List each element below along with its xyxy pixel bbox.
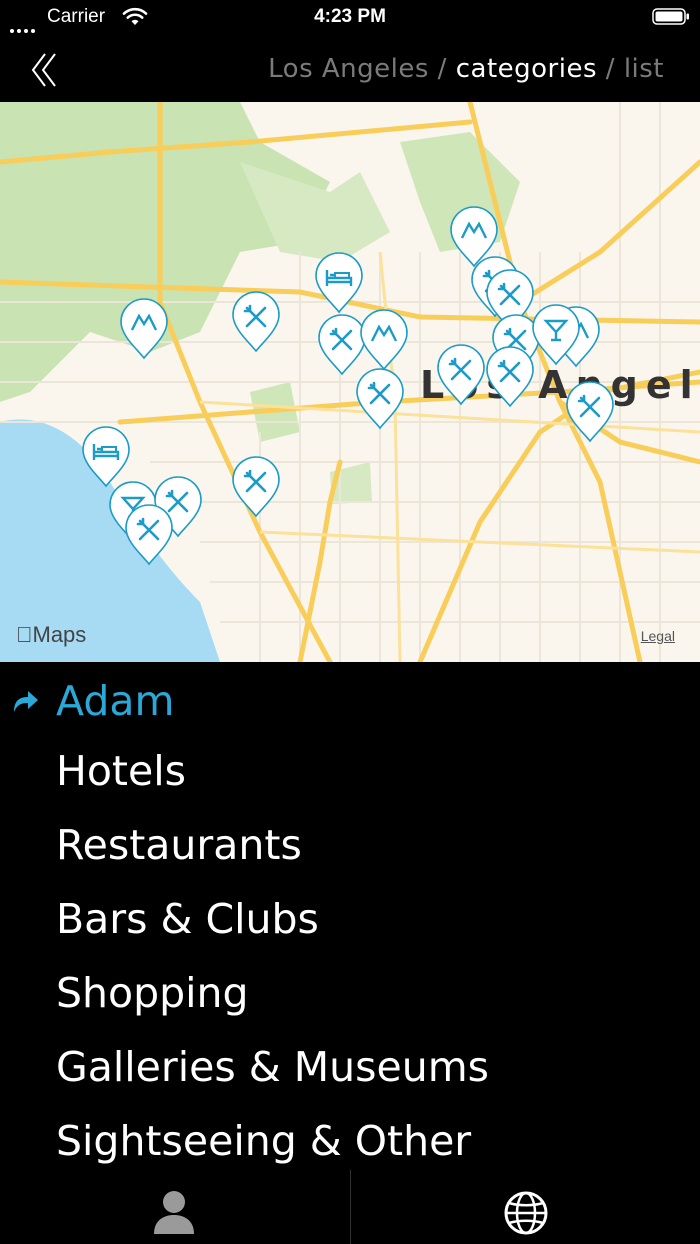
map-pin-restaurant[interactable] — [566, 381, 614, 443]
tab-profile[interactable] — [0, 1170, 350, 1244]
category-item-galleries-museums[interactable]: Galleries & Museums — [0, 1030, 700, 1104]
globe-icon — [504, 1191, 548, 1235]
breadcrumb-separator: / — [428, 54, 456, 84]
map-pin-mountain[interactable] — [360, 309, 408, 371]
tab-bar — [0, 1170, 700, 1244]
map-view[interactable]: Los Angele Maps Legal — [0, 102, 700, 662]
map-pin-hotel[interactable] — [82, 426, 130, 488]
maps-logo-text: Maps — [16, 622, 87, 647]
category-item-sightseeing-other[interactable]: Sightseeing & Other — [0, 1104, 700, 1178]
user-name: Adam — [56, 677, 175, 725]
user-row[interactable]: Adam — [0, 668, 700, 734]
battery-icon — [652, 8, 689, 25]
apple-maps-logo: Maps — [16, 622, 86, 648]
map-pin-restaurant[interactable] — [437, 344, 485, 406]
breadcrumb: Los Angeles / categories / list — [268, 54, 664, 84]
breadcrumb-separator: / — [597, 54, 624, 84]
category-item-restaurants[interactable]: Restaurants — [0, 808, 700, 882]
map-pin-mountain[interactable] — [120, 298, 168, 360]
map-pin-restaurant[interactable] — [232, 291, 280, 353]
status-time: 4:23 PM — [314, 6, 386, 27]
tab-globe[interactable] — [350, 1170, 700, 1244]
legal-link[interactable]: Legal — [641, 628, 675, 644]
map-pin-restaurant[interactable] — [318, 314, 366, 376]
breadcrumb-categories: categories — [455, 54, 598, 84]
status-bar: Carrier 4:23 PM — [0, 0, 700, 36]
apple-logo-icon:  — [16, 622, 33, 647]
map-pins — [82, 206, 614, 566]
category-item-hotels[interactable]: Hotels — [0, 734, 700, 808]
map-pin-restaurant[interactable] — [356, 368, 404, 430]
share-arrow-icon — [14, 691, 38, 712]
map-pin-restaurant[interactable] — [232, 456, 280, 518]
person-icon — [154, 1191, 194, 1234]
map-pin-restaurant[interactable] — [486, 346, 534, 408]
category-item-bars-clubs[interactable]: Bars & Clubs — [0, 882, 700, 956]
category-item-shopping[interactable]: Shopping — [0, 956, 700, 1030]
map-pin-restaurant[interactable] — [125, 504, 173, 566]
breadcrumb-list[interactable]: list — [624, 54, 664, 84]
nav-bar: Los Angeles / categories / list — [0, 36, 700, 102]
category-list: Adam Hotels Restaurants Bars & Clubs Sho… — [0, 668, 700, 1178]
map-pin-hotel[interactable] — [315, 252, 363, 314]
breadcrumb-city[interactable]: Los Angeles — [268, 54, 429, 84]
double-chevron-left-icon[interactable] — [28, 50, 62, 90]
